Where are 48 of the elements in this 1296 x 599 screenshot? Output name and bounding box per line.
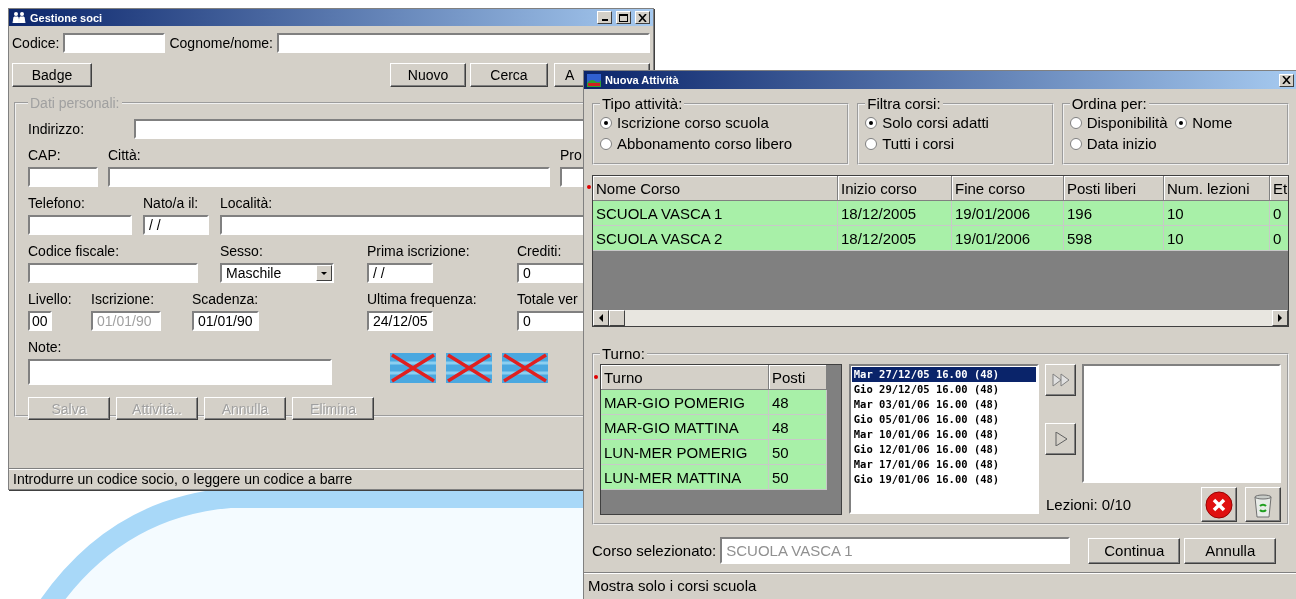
window-title: Gestione soci [30,11,104,24]
field-label: Corso selezionato: [592,542,717,559]
field-label: Località: [220,195,273,211]
lessons-count: Lezioni: 0/10 [1046,496,1133,513]
table-cell: 18/12/2005 [838,201,952,226]
table-cell: 50 [769,465,827,490]
field-label: Ultima frequenza: [367,291,477,307]
table-cell: LUN-MER MATTINA [601,465,769,490]
table-cell: 19/01/2006 [952,226,1064,251]
field-label: Note: [28,339,62,355]
field-label: Scadenza: [192,291,259,307]
field-label: Indirizzo: [28,121,85,137]
table-cell: LUN-MER POMERIG [601,440,769,465]
table-cell: 196 [1064,201,1164,226]
window-title: Nuova Attività [605,74,680,86]
table-cell: 10 [1164,226,1270,251]
field-label: Livello: [28,291,72,307]
table-cell: 19/01/2006 [952,201,1064,226]
field-label: CAP: [28,147,61,163]
field-label: Totale ver [517,291,578,307]
table-cell: 0 [1270,226,1288,251]
table-cell: 48 [769,390,827,415]
table-cell: 0 [1270,201,1288,226]
field-label: Telefono: [28,195,85,211]
table-cell: 18/12/2005 [838,226,952,251]
field-label: Pro [560,147,582,163]
table-cell: SCUOLA VASCA 1 [593,201,838,226]
table-cell: MAR-GIO POMERIG [601,390,769,415]
field-label: Sesso: [220,243,263,259]
table-cell: 10 [1164,201,1270,226]
group-label: Filtra corsi: [866,95,942,112]
table-cell: SCUOLA VASCA 2 [593,226,838,251]
table-cell: 48 [769,415,827,440]
table-cell: 50 [769,440,827,465]
status-bar: Mostra solo i corsi scuola [584,572,1296,597]
table-cell: 598 [1064,226,1164,251]
field-label: Crediti: [517,243,562,259]
group-label: Ordina per: [1070,95,1148,112]
field-label: Prima iscrizione: [367,243,470,259]
field-label: Nato/a il: [143,195,199,211]
field-label: Codice: [12,35,60,51]
field-label: Cognome/nome: [169,35,273,51]
group-label: Tipo attività: [601,95,684,112]
table-cell: MAR-GIO MATTINA [601,415,769,440]
group-label: Turno: [601,345,646,362]
field-label: Codice fiscale: [28,243,120,259]
field-label: Città: [108,147,141,163]
field-label: Iscrizione: [91,291,155,307]
